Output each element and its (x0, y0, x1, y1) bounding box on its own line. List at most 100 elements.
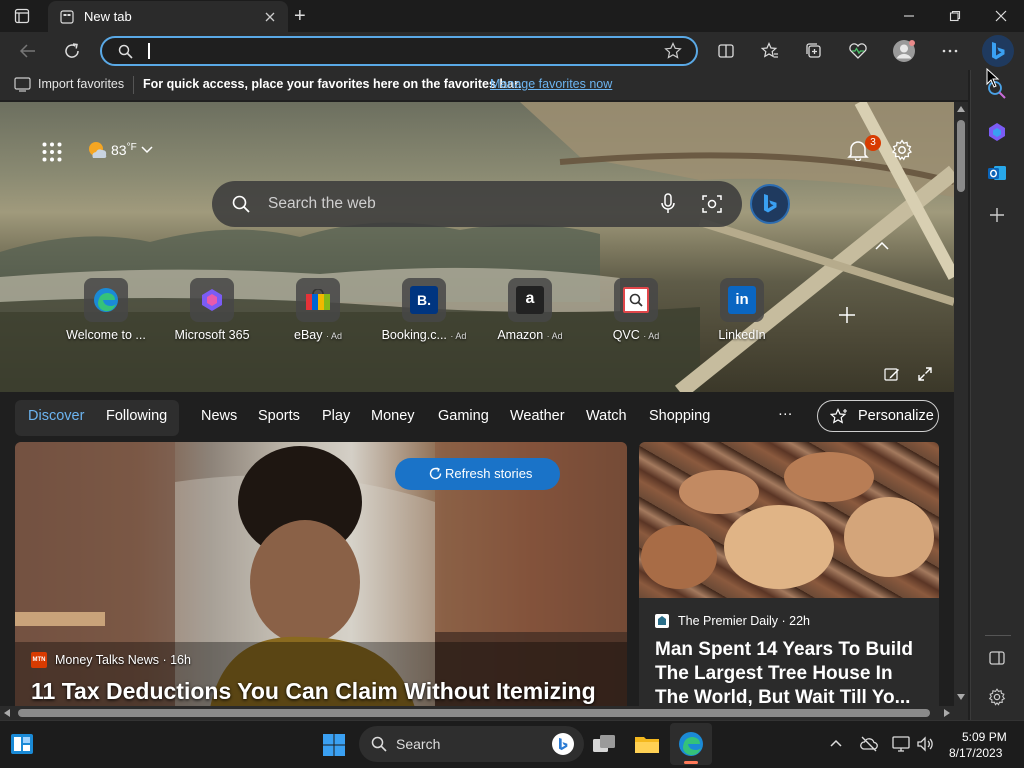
story-source: Money Talks News · 16h (55, 653, 191, 667)
chevron-down-icon[interactable] (141, 146, 153, 154)
tab-play[interactable]: Play (322, 408, 350, 424)
story-card[interactable]: The Premier Daily · 22h Man Spent 14 Yea… (639, 442, 939, 706)
app-launcher-icon[interactable] (42, 142, 62, 162)
edit-background-icon[interactable] (884, 366, 900, 382)
address-bar[interactable] (100, 36, 698, 66)
close-window-button[interactable] (978, 0, 1024, 32)
weather-temperature[interactable]: 83°F (111, 142, 137, 158)
task-view-widget-icon[interactable] (10, 733, 34, 755)
quick-link-label: eBay · Ad (268, 328, 368, 342)
scroll-up-arrow-icon[interactable] (957, 106, 965, 112)
title-bar: New tab + (0, 0, 1024, 32)
scroll-left-arrow-icon[interactable] (4, 709, 10, 717)
bing-icon[interactable] (552, 733, 574, 755)
search-icon (232, 195, 250, 213)
minimize-button[interactable] (886, 0, 932, 32)
collections-icon[interactable] (800, 37, 828, 65)
manage-favorites-link[interactable]: Manage favorites now (490, 77, 612, 91)
tab-weather[interactable]: Weather (510, 408, 565, 424)
more-options-icon[interactable] (936, 37, 964, 65)
edge-taskbar-button[interactable] (670, 723, 712, 765)
add-quick-link-icon[interactable] (838, 306, 856, 324)
tab-title: New tab (84, 9, 132, 24)
page-settings-gear-icon[interactable] (891, 139, 913, 161)
source-logo: MTN (31, 652, 47, 668)
scroll-down-arrow-icon[interactable] (957, 694, 965, 700)
show-hidden-icons-chevron-up-icon[interactable] (830, 739, 842, 747)
scroll-thumb[interactable] (957, 120, 965, 192)
profile-avatar[interactable] (890, 37, 918, 65)
tab-sports[interactable]: Sports (258, 408, 300, 424)
favorite-star-icon[interactable] (664, 42, 682, 60)
import-favorites-button[interactable]: Import favorites (38, 77, 124, 91)
bing-chat-button[interactable] (750, 184, 790, 224)
network-icon[interactable] (892, 735, 910, 753)
more-tabs-button[interactable]: ··· (778, 406, 793, 422)
sidebar-divider (985, 635, 1011, 636)
split-screen-icon[interactable] (712, 37, 740, 65)
scroll-right-arrow-icon[interactable] (944, 709, 950, 717)
quick-link-booking[interactable]: B. Booking.c... · Ad (374, 278, 474, 342)
import-favorites-icon (14, 77, 31, 92)
tab-discover[interactable]: Discover (28, 408, 84, 424)
tab-money[interactable]: Money (371, 408, 415, 424)
personalize-button[interactable]: Personalize (817, 400, 939, 432)
edge-sidebar (970, 70, 1024, 720)
add-sidebar-app-icon[interactable] (989, 207, 1005, 223)
voice-search-microphone-icon[interactable] (660, 193, 676, 215)
file-explorer-icon[interactable] (634, 733, 660, 755)
sidebar-settings-gear-icon[interactable] (988, 688, 1006, 706)
scroll-thumb[interactable] (18, 709, 930, 717)
horizontal-scrollbar[interactable] (0, 706, 968, 720)
text-cursor (148, 43, 150, 59)
browser-tab[interactable]: New tab (48, 1, 288, 32)
back-button[interactable] (14, 37, 42, 65)
quick-link-label: QVC · Ad (586, 328, 686, 342)
quick-link-ebay[interactable]: eBay · Ad (268, 278, 368, 342)
tab-following[interactable]: Following (106, 408, 167, 424)
quick-link-amazon[interactable]: a Amazon · Ad (480, 278, 580, 342)
new-tab-button[interactable]: + (294, 5, 306, 28)
quick-link-qvc[interactable]: QVC · Ad (586, 278, 686, 342)
personalize-label: Personalize (858, 408, 934, 424)
browser-essentials-icon[interactable] (844, 37, 872, 65)
tab-news[interactable]: News (201, 408, 237, 424)
web-search-input[interactable]: Search the web (268, 195, 376, 213)
windows-start-icon[interactable] (322, 733, 346, 757)
taskbar-search-box[interactable]: Search (359, 726, 584, 762)
favorites-icon[interactable] (756, 37, 784, 65)
web-search-box[interactable]: Search the web (212, 181, 742, 227)
quick-link-linkedin[interactable]: in LinkedIn (692, 278, 792, 342)
refresh-stories-button[interactable]: Refresh stories (395, 458, 560, 490)
microsoft-365-icon[interactable] (987, 122, 1007, 142)
windows-taskbar: Search 5:09 PM 8/17/2023 (0, 720, 1024, 768)
favbar-divider (133, 76, 134, 94)
new-tab-page: 83°F 3 Search the web Welcome to ... Mic… (0, 102, 954, 706)
story-headline[interactable]: Man Spent 14 Years To Build The Largest … (655, 638, 927, 706)
featured-story-card[interactable]: Refresh stories MTN Money Talks News · 1… (15, 442, 627, 706)
clock-time[interactable]: 5:09 PM (962, 730, 1007, 744)
clock-date[interactable]: 8/17/2023 (949, 746, 1002, 760)
bing-copilot-button[interactable] (982, 35, 1014, 67)
tab-shopping[interactable]: Shopping (649, 408, 710, 424)
collapse-quick-links-icon[interactable] (875, 242, 889, 250)
hide-sidebar-icon[interactable] (989, 650, 1005, 666)
vertical-scrollbar[interactable] (954, 102, 968, 706)
story-headline[interactable]: 11 Tax Deductions You Can Claim Without … (31, 678, 596, 705)
quick-link-welcome[interactable]: Welcome to ... (56, 278, 156, 342)
close-tab-icon[interactable] (264, 11, 276, 23)
outlook-icon[interactable] (987, 163, 1007, 183)
tab-actions-icon[interactable] (14, 8, 30, 24)
quick-link-microsoft-365[interactable]: Microsoft 365 (162, 278, 262, 342)
cloud-offline-icon[interactable] (860, 736, 878, 752)
visual-search-camera-icon[interactable] (702, 194, 722, 214)
background-image: 83°F 3 Search the web Welcome to ... Mic… (0, 102, 954, 392)
tab-watch[interactable]: Watch (586, 408, 627, 424)
restore-button[interactable] (932, 0, 978, 32)
tab-gaming[interactable]: Gaming (438, 408, 489, 424)
expand-background-icon[interactable] (917, 366, 933, 382)
volume-speaker-icon[interactable] (916, 735, 934, 753)
refresh-button[interactable] (58, 37, 86, 65)
task-view-icon[interactable] (592, 733, 616, 755)
weather-icon[interactable] (86, 139, 110, 161)
